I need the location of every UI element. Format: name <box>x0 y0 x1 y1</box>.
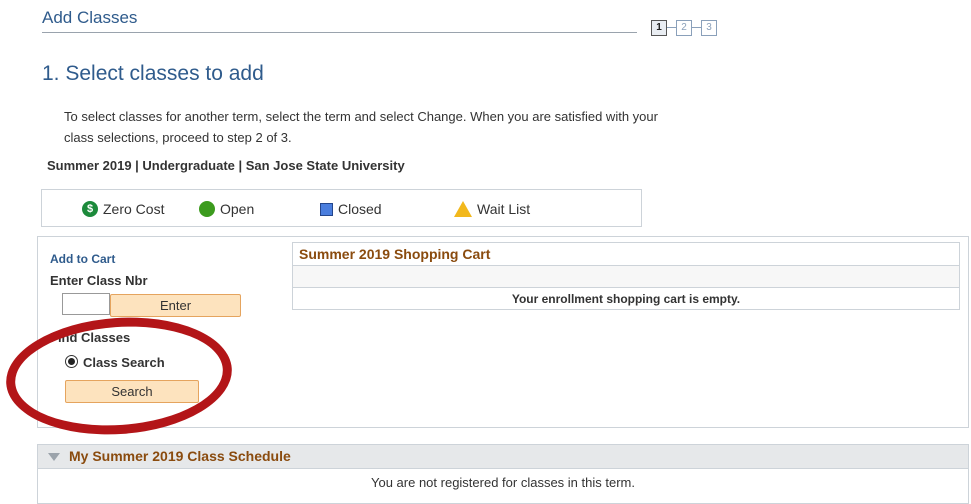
wait-list-icon <box>454 201 472 217</box>
class-schedule-message: You are not registered for classes in th… <box>371 475 635 490</box>
page-title: 1. Select classes to add <box>42 62 264 85</box>
shopping-cart-title: Summer 2019 Shopping Cart <box>293 243 959 266</box>
shopping-cart-empty-message: Your enrollment shopping cart is empty. <box>511 292 741 306</box>
legend-closed-label: Closed <box>338 201 382 217</box>
class-nbr-label: Enter Class Nbr <box>50 273 148 288</box>
legend-wait-list: Wait List <box>454 201 530 217</box>
open-status-icon <box>199 201 215 217</box>
legend-zero-cost-label: Zero Cost <box>103 201 165 217</box>
step-1-indicator: 1 <box>651 20 667 36</box>
legend-open: Open <box>199 201 254 217</box>
legend-wait-list-label: Wait List <box>477 201 531 217</box>
status-legend: $ Zero Cost Open Closed Wait List <box>41 189 642 227</box>
step-2-indicator: 2 <box>676 20 692 36</box>
step-3-indicator: 3 <box>701 20 717 36</box>
class-schedule-header[interactable]: My Summer 2019 Class Schedule <box>38 445 968 469</box>
page-header-title: Add Classes <box>42 8 138 27</box>
header-divider <box>42 32 637 33</box>
instructions-text: To select classes for another term, sele… <box>64 109 658 145</box>
legend-zero-cost: $ Zero Cost <box>82 201 164 217</box>
term-career-institution: Summer 2019 | Undergraduate | San Jose S… <box>47 158 405 173</box>
collapse-triangle-icon[interactable] <box>48 453 60 461</box>
legend-closed: Closed <box>320 201 382 217</box>
class-nbr-input[interactable] <box>62 293 110 315</box>
shopping-cart-panel: Summer 2019 Shopping Cart Your enrollmen… <box>292 242 960 310</box>
class-schedule-title[interactable]: My Summer 2019 Class Schedule <box>69 448 291 464</box>
zero-cost-icon: $ <box>82 201 98 217</box>
step-connector <box>692 27 701 28</box>
add-to-cart-heading: Add to Cart <box>50 252 116 266</box>
shopping-cart-header-row <box>293 266 959 288</box>
enter-button[interactable]: Enter <box>110 294 241 317</box>
legend-open-label: Open <box>220 201 255 217</box>
step-connector <box>667 27 676 28</box>
closed-status-icon <box>320 202 333 216</box>
class-schedule-panel: My Summer 2019 Class Schedule You are no… <box>37 444 969 504</box>
